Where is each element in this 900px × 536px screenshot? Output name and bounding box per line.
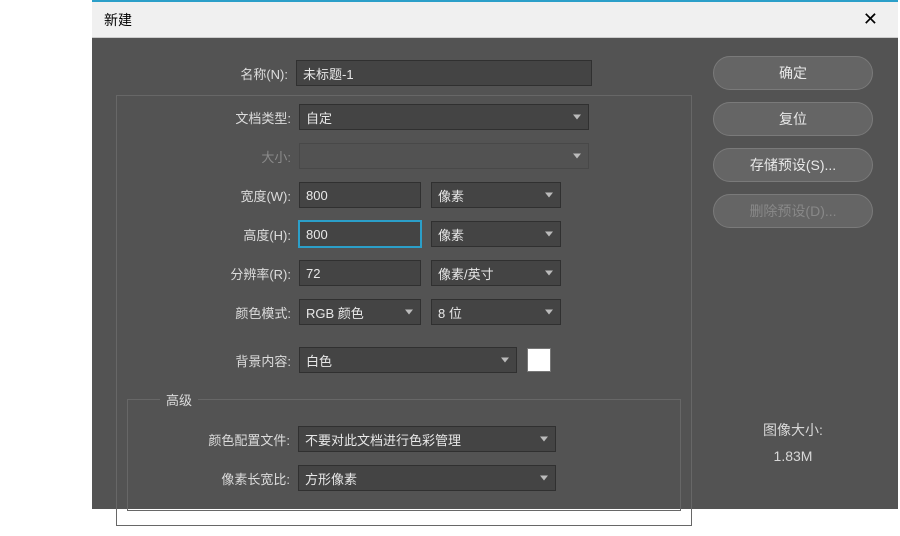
name-label: 名称(N):	[106, 64, 296, 83]
size-label: 大小:	[127, 147, 299, 166]
height-unit-select[interactable]: 像素	[431, 221, 561, 247]
height-label: 高度(H):	[127, 225, 299, 244]
form-area: 名称(N): 文档类型: 自定 大小: . 宽度(W):	[106, 56, 692, 526]
image-size-info: 图像大小: 1.83M	[763, 420, 823, 464]
colormode-label: 颜色模式:	[127, 303, 299, 322]
doctype-row: 文档类型: 自定	[127, 100, 681, 134]
delete-preset-button: 删除预设(D)...	[713, 194, 873, 228]
ok-button[interactable]: 确定	[713, 56, 873, 90]
size-row: 大小: .	[127, 139, 681, 173]
titlebar: 新建 ✕	[92, 2, 898, 38]
bg-select[interactable]: 白色	[299, 347, 517, 373]
bg-color-swatch[interactable]	[527, 348, 551, 372]
profile-label: 颜色配置文件:	[138, 430, 298, 449]
bg-label: 背景内容:	[127, 351, 299, 370]
colormode-select[interactable]: RGB 颜色	[299, 299, 421, 325]
width-row: 宽度(W): 像素	[127, 178, 681, 212]
new-document-dialog: 新建 ✕ 名称(N): 文档类型: 自定 大小: .	[92, 0, 898, 509]
size-select[interactable]: .	[299, 143, 589, 169]
profile-row: 颜色配置文件: 不要对此文档进行色彩管理	[138, 422, 670, 456]
save-preset-button[interactable]: 存储预设(S)...	[713, 148, 873, 182]
advanced-legend: 高级	[160, 390, 198, 409]
doctype-label: 文档类型:	[127, 108, 299, 127]
bg-row: 背景内容: 白色	[127, 343, 681, 377]
aspect-row: 像素长宽比: 方形像素	[138, 461, 670, 495]
image-size-value: 1.83M	[763, 448, 823, 464]
name-row: 名称(N):	[106, 56, 692, 90]
image-size-label: 图像大小:	[763, 420, 823, 440]
dialog-body: 名称(N): 文档类型: 自定 大小: . 宽度(W):	[92, 38, 898, 536]
height-row: 高度(H): 像素	[127, 217, 681, 251]
resolution-unit-select[interactable]: 像素/英寸	[431, 260, 561, 286]
resolution-label: 分辨率(R):	[127, 264, 299, 283]
profile-select[interactable]: 不要对此文档进行色彩管理	[298, 426, 556, 452]
main-fieldset: 文档类型: 自定 大小: . 宽度(W): 像素 高度(H):	[116, 95, 692, 526]
dialog-title: 新建	[104, 10, 132, 30]
window-frame: 新建 ✕ 名称(N): 文档类型: 自定 大小: .	[0, 0, 900, 509]
width-label: 宽度(W):	[127, 186, 299, 205]
height-input[interactable]	[299, 221, 421, 247]
aspect-select[interactable]: 方形像素	[298, 465, 556, 491]
close-icon[interactable]: ✕	[855, 9, 886, 30]
width-input[interactable]	[299, 182, 421, 208]
resolution-row: 分辨率(R): 像素/英寸	[127, 256, 681, 290]
name-input[interactable]	[296, 60, 592, 86]
bitdepth-select[interactable]: 8 位	[431, 299, 561, 325]
colormode-row: 颜色模式: RGB 颜色 8 位	[127, 295, 681, 329]
button-column: 确定 复位 存储预设(S)... 删除预设(D)... 图像大小: 1.83M	[708, 56, 878, 526]
resolution-input[interactable]	[299, 260, 421, 286]
width-unit-select[interactable]: 像素	[431, 182, 561, 208]
reset-button[interactable]: 复位	[713, 102, 873, 136]
advanced-fieldset: 高级 颜色配置文件: 不要对此文档进行色彩管理 像素长宽比: 方形像素	[127, 399, 681, 511]
doctype-select[interactable]: 自定	[299, 104, 589, 130]
aspect-label: 像素长宽比:	[138, 469, 298, 488]
